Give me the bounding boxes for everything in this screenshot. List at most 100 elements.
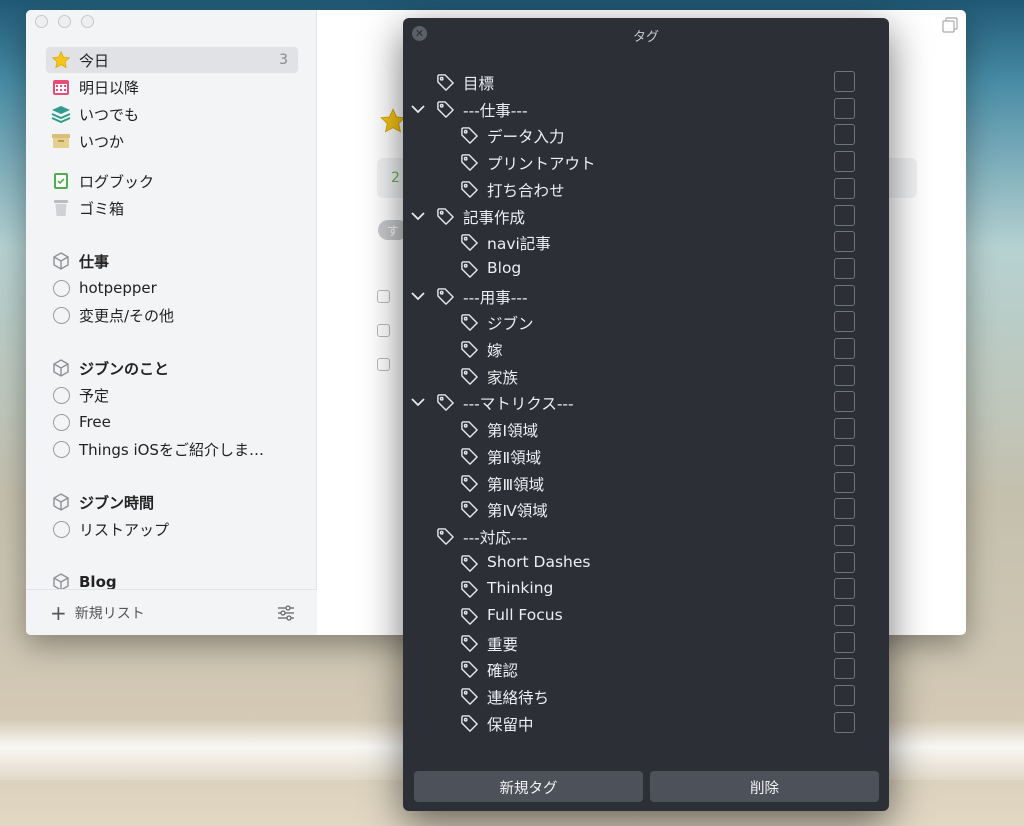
sidebar-item-logbook[interactable]: ログブック xyxy=(46,168,298,194)
sidebar-project[interactable]: Free xyxy=(46,409,298,435)
tag-row[interactable]: データ入力 xyxy=(403,122,889,149)
tag-row[interactable]: ---対応--- xyxy=(403,523,889,550)
tag-label: ---マトリクス--- xyxy=(463,395,574,414)
minimize-window-button[interactable] xyxy=(58,15,71,28)
tag-icon xyxy=(460,474,479,493)
tag-icon xyxy=(460,660,479,679)
tag-checkbox[interactable] xyxy=(834,658,855,680)
sidebar-item-upcoming[interactable]: 明日以降 xyxy=(46,74,298,100)
tag-checkbox[interactable] xyxy=(834,578,855,600)
cube-icon xyxy=(50,251,72,271)
tag-checkbox[interactable] xyxy=(834,204,855,226)
layers-icon xyxy=(50,104,72,124)
logbook-icon xyxy=(50,171,72,191)
tag-checkbox[interactable] xyxy=(834,177,855,199)
new-tag-button[interactable]: 新規タグ xyxy=(414,771,643,802)
filter-settings-icon[interactable] xyxy=(277,604,295,626)
tag-checkbox[interactable] xyxy=(834,311,855,333)
chevron-down-icon[interactable] xyxy=(410,208,426,224)
tag-checkbox[interactable] xyxy=(834,257,855,279)
tag-checkbox[interactable] xyxy=(834,231,855,253)
tag-label: 記事作成 xyxy=(463,208,526,227)
tag-label: ---仕事--- xyxy=(463,101,528,120)
tag-icon xyxy=(460,554,479,573)
tag-row[interactable]: 嫁 xyxy=(403,336,889,363)
close-window-button[interactable] xyxy=(35,15,48,28)
sidebar-project[interactable]: リストアップ xyxy=(46,516,298,542)
tag-checkbox[interactable] xyxy=(834,444,855,466)
tag-row[interactable]: 第Ⅱ領域 xyxy=(403,443,889,470)
tag-row[interactable]: 目標 xyxy=(403,69,889,96)
tag-label: データ入力 xyxy=(487,128,565,147)
sidebar-item-label: 明日以降 xyxy=(79,78,140,97)
tag-row[interactable]: Thinking xyxy=(403,576,889,603)
tag-row[interactable]: 記事作成 xyxy=(403,203,889,230)
tag-checkbox[interactable] xyxy=(834,124,855,146)
tag-row[interactable]: 第Ⅲ領域 xyxy=(403,470,889,497)
tag-row[interactable]: 家族 xyxy=(403,363,889,390)
tag-label: navi記事 xyxy=(487,235,551,254)
chevron-down-icon[interactable] xyxy=(410,394,426,410)
tag-checkbox[interactable] xyxy=(834,605,855,626)
tag-row[interactable]: ---用事--- xyxy=(403,283,889,310)
sidebar-project[interactable]: hotpepper xyxy=(46,275,298,301)
tag-row[interactable]: 打ち合わせ xyxy=(403,176,889,203)
sidebar-item-anytime[interactable]: いつでも xyxy=(46,101,298,127)
tag-row[interactable]: ---仕事--- xyxy=(403,96,889,123)
tag-checkbox[interactable] xyxy=(834,151,855,173)
tag-checkbox[interactable] xyxy=(834,498,855,520)
tag-row[interactable]: 重要 xyxy=(403,630,889,657)
zoom-window-button[interactable] xyxy=(81,15,94,28)
todo-checkbox[interactable] xyxy=(377,324,390,337)
delete-button[interactable]: 削除 xyxy=(650,771,879,802)
chevron-down-icon[interactable] xyxy=(410,101,426,117)
sidebar-area-work[interactable]: 仕事 xyxy=(46,248,298,274)
tag-checkbox[interactable] xyxy=(834,284,855,306)
tag-row[interactable]: プリントアウト xyxy=(403,149,889,176)
tag-row[interactable]: 第Ⅳ領域 xyxy=(403,496,889,523)
plus-icon[interactable]: + xyxy=(50,601,67,625)
tag-checkbox[interactable] xyxy=(834,391,855,413)
tag-row[interactable]: Short Dashes xyxy=(403,550,889,577)
tag-row[interactable]: Blog xyxy=(403,256,889,283)
tag-row[interactable]: 確認 xyxy=(403,656,889,683)
tag-row[interactable]: ジブン xyxy=(403,309,889,336)
tag-checkbox[interactable] xyxy=(834,551,855,573)
tag-row[interactable]: ---マトリクス--- xyxy=(403,389,889,416)
todo-checkbox[interactable] xyxy=(377,290,390,303)
tag-checkbox[interactable] xyxy=(834,97,855,119)
sidebar-project[interactable]: Things iOSをご紹介しま… xyxy=(46,436,298,462)
tag-checkbox[interactable] xyxy=(834,631,855,653)
sidebar-item-trash[interactable]: ゴミ箱 xyxy=(46,195,298,221)
tag-row[interactable]: 第Ⅰ領域 xyxy=(403,416,889,443)
tag-checkbox[interactable] xyxy=(834,711,855,733)
tag-checkbox[interactable] xyxy=(834,71,855,92)
tag-checkbox[interactable] xyxy=(834,364,855,386)
sidebar-project[interactable]: 予定 xyxy=(46,382,298,408)
tag-checkbox[interactable] xyxy=(834,524,855,546)
tag-icon xyxy=(460,153,479,172)
tag-label: ---対応--- xyxy=(463,528,528,547)
copy-window-icon[interactable] xyxy=(942,17,958,37)
new-list-button[interactable]: 新規リスト xyxy=(75,603,145,623)
cube-icon xyxy=(50,358,72,378)
tag-row[interactable]: navi記事 xyxy=(403,229,889,256)
tag-row[interactable]: 保留中 xyxy=(403,710,889,737)
tag-checkbox[interactable] xyxy=(834,338,855,359)
tag-checkbox[interactable] xyxy=(834,418,855,440)
tag-label: プリントアウト xyxy=(487,155,596,174)
sidebar-project[interactable]: 変更点/その他 xyxy=(46,302,298,328)
tag-row[interactable]: 連絡待ち xyxy=(403,683,889,710)
todo-checkbox[interactable] xyxy=(377,358,390,371)
sidebar-area-mytime[interactable]: ジブン時間 xyxy=(46,489,298,515)
chevron-down-icon[interactable] xyxy=(410,288,426,304)
sidebar-area-personal[interactable]: ジブンのこと xyxy=(46,355,298,381)
tag-checkbox[interactable] xyxy=(834,471,855,493)
sidebar-item-someday[interactable]: いつか xyxy=(46,128,298,154)
banner-text: 2 xyxy=(391,170,400,186)
sidebar-item-today[interactable]: 今日 3 xyxy=(46,47,298,73)
project-label: Free xyxy=(79,413,111,431)
tag-checkbox[interactable] xyxy=(834,685,855,707)
tag-icon xyxy=(460,447,479,466)
tag-row[interactable]: Full Focus xyxy=(403,603,889,630)
